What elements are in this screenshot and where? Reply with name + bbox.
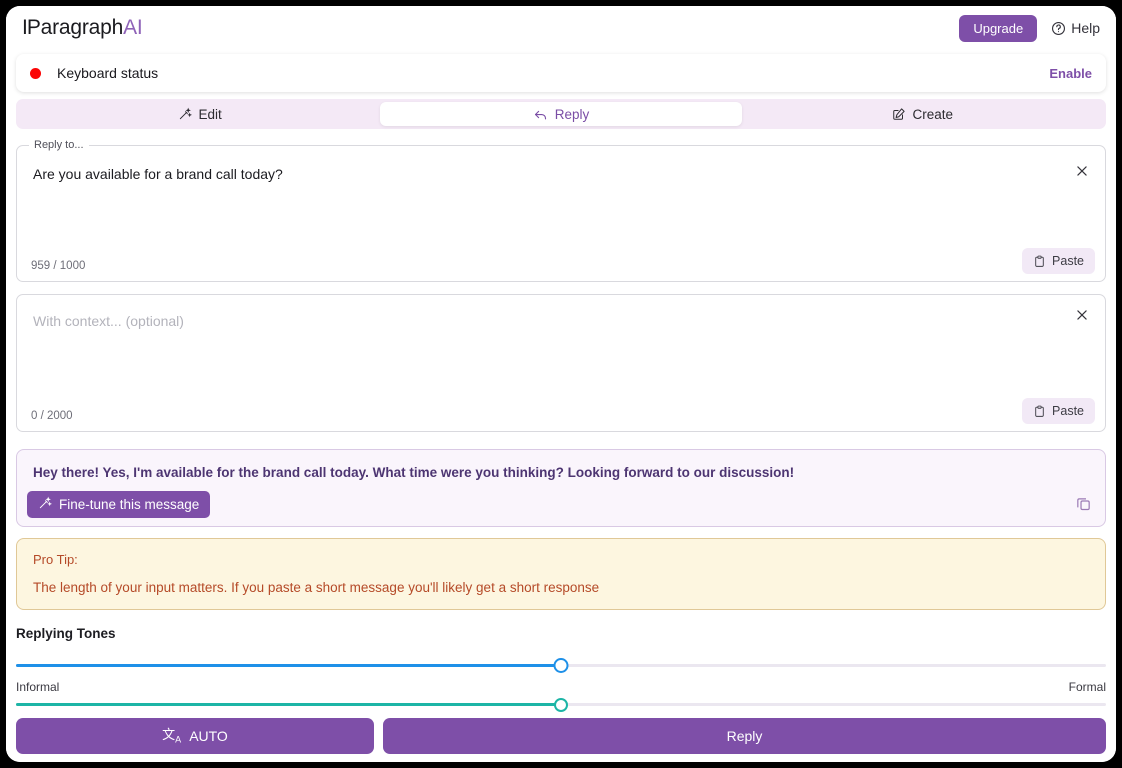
help-label: Help [1071,20,1100,36]
footer-actions: 文A AUTO Reply [6,716,1116,762]
auto-label: AUTO [189,728,228,744]
fine-tune-label: Fine-tune this message [59,497,200,512]
tab-reply-label: Reply [554,106,590,122]
pencil-square-icon [892,107,906,121]
reply-to-legend: Reply to... [34,139,84,151]
copy-icon [1075,495,1092,515]
brand-name-main: Paragraph [26,16,124,39]
auto-translate-button[interactable]: 文A AUTO [16,718,374,754]
generated-message-card: Hey there! Yes, I'm available for the br… [16,449,1106,527]
context-input[interactable]: With context... (optional) [33,312,1053,331]
reply-to-input[interactable]: Are you available for a brand call today… [33,165,1053,184]
reply-to-counter: 959 / 1000 [31,260,86,272]
tone-slider-labels: Informal Formal [16,680,1106,694]
keyboard-status-label: Keyboard status [57,65,159,81]
paste-reply-to-button[interactable]: Paste [1022,248,1095,274]
app-window: IParagraphAI Upgrade Help Keyboard statu… [6,6,1116,762]
status-indicator-dot [30,67,41,79]
close-icon [1075,164,1089,181]
reply-to-field: Reply to... Are you available for a bran… [16,139,1106,282]
help-button[interactable]: Help [1051,20,1100,36]
paste-reply-to-label: Paste [1052,254,1084,268]
fine-tune-button[interactable]: Fine-tune this message [27,491,211,518]
clear-reply-to-button[interactable] [1069,159,1095,185]
magic-wand-icon [38,496,52,513]
context-counter: 0 / 2000 [31,410,73,422]
brand-name-accent: AI [123,16,143,39]
pro-tip-title: Pro Tip: [33,552,78,567]
reply-arrow-icon [533,107,548,122]
tab-create[interactable]: Create [742,102,1103,126]
pro-tip-card: Pro Tip: The length of your input matter… [16,538,1106,610]
generated-message-text: Hey there! Yes, I'm available for the br… [33,465,795,480]
tone-label-formal: Formal [1068,680,1106,694]
secondary-slider-fill [16,703,561,706]
reply-submit-button[interactable]: Reply [383,718,1106,754]
translate-icon: 文A [162,726,182,745]
copy-message-button[interactable] [1069,491,1097,519]
paste-context-label: Paste [1052,404,1084,418]
reply-to-box[interactable]: Reply to... Are you available for a bran… [16,139,1106,282]
enable-keyboard-button[interactable]: Enable [1049,66,1092,81]
paste-context-button[interactable]: Paste [1022,398,1095,424]
tab-reply[interactable]: Reply [380,102,742,126]
secondary-slider[interactable] [16,698,1106,712]
tone-slider-thumb[interactable] [553,658,569,673]
tab-edit-label: Edit [198,106,222,122]
clipboard-icon [1033,405,1046,418]
app-logo: IParagraphAI [22,16,143,39]
help-circle-icon [1051,21,1066,36]
clear-context-button[interactable] [1069,303,1095,329]
replying-tones-title: Replying Tones [16,626,116,641]
tone-slider[interactable] [16,658,1106,674]
keyboard-status-card: Keyboard status Enable [16,54,1106,92]
mode-tabs: Edit Reply Create [16,99,1106,129]
header-actions: Upgrade Help [959,14,1100,42]
pro-tip-body: The length of your input matters. If you… [33,580,600,595]
upgrade-button[interactable]: Upgrade [959,14,1038,42]
tone-label-informal: Informal [16,680,60,694]
tab-create-label: Create [912,106,954,122]
magic-wand-icon [178,107,192,121]
context-field: With context... (optional) 0 / 2000 Past… [16,294,1106,432]
app-header: IParagraphAI Upgrade Help [6,6,1116,50]
secondary-slider-thumb[interactable] [554,698,568,712]
context-box[interactable]: With context... (optional) 0 / 2000 Past… [16,294,1106,432]
tab-edit[interactable]: Edit [19,102,380,126]
clipboard-icon [1033,255,1046,268]
tone-slider-fill [16,664,561,667]
close-icon [1075,308,1089,325]
replying-tones-section: Replying Tones Informal Formal [16,626,1106,712]
